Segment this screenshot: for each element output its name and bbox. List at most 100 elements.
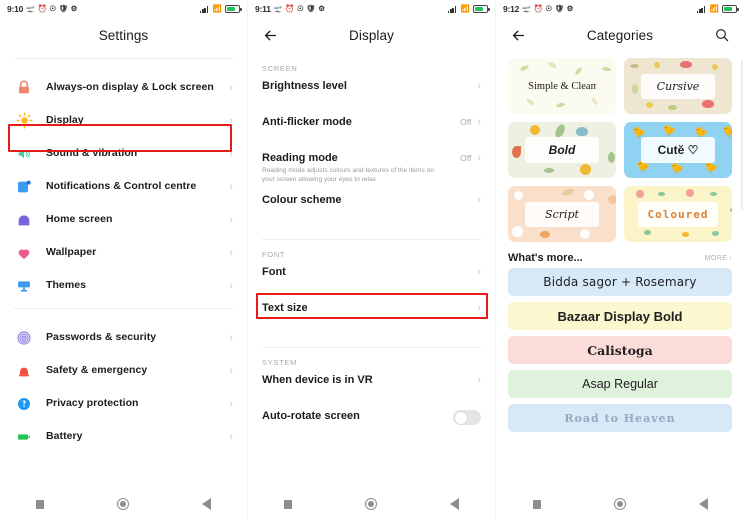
home-button[interactable] — [613, 498, 626, 510]
status-bar-right: 📶 — [199, 5, 242, 13]
chevron-right-icon: › — [477, 374, 481, 386]
app-bar-categories: Categories — [496, 18, 744, 52]
category-card-simple-clean[interactable]: Simple & Clean — [508, 58, 616, 114]
phone-screen-display: 9:11 🛫 ⏰ ☉ 🛡 ⚙ 📶 Display SCREEN Brightne… — [248, 0, 496, 519]
auto-rotate-toggle[interactable] — [453, 410, 481, 425]
sidebar-item-home-screen[interactable]: Home screen › — [0, 203, 247, 236]
row-anti-flicker-mode[interactable]: Anti-flicker mode Off › — [248, 115, 495, 151]
sidebar-item-label: Themes — [46, 279, 86, 292]
signal-icon — [199, 5, 210, 13]
app-bar-display: Display — [248, 18, 495, 52]
status-bar-right: 📶 — [447, 5, 490, 13]
battery-icon — [722, 5, 739, 13]
speaker-icon — [14, 144, 34, 164]
row-label: Font — [262, 266, 286, 278]
chevron-right-icon: › — [477, 266, 481, 278]
home-icon — [14, 210, 34, 230]
font-item-bazaar-display-bold[interactable]: Bazaar Display Bold — [508, 302, 732, 330]
font-suggestions-list: Bidda sagor + Rosemary Bazaar Display Bo… — [496, 268, 744, 432]
row-brightness-level[interactable]: Brightness level › — [248, 79, 495, 115]
sidebar-item-display[interactable]: Display › — [0, 104, 247, 137]
chevron-right-icon: › — [229, 81, 233, 94]
recents-button[interactable] — [284, 499, 293, 509]
back-button[interactable] — [449, 498, 459, 510]
back-button[interactable] — [201, 498, 211, 510]
three-phone-screenshots: 9:10 🛫 ⏰ ☉ 🛡 ⚙ 📶 Settings Always-on disp… — [0, 0, 744, 519]
more-label: MORE — [704, 254, 728, 262]
sidebar-item-label: Safety & emergency — [46, 364, 148, 377]
dnd-icon: ☉ — [49, 4, 57, 14]
status-bar-left: 9:10 🛫 ⏰ ☉ 🛡 ⚙ — [7, 4, 77, 14]
dnd-icon: ☉ — [296, 4, 304, 14]
signal-icon — [696, 5, 707, 13]
font-item-label: Asap Regular — [582, 377, 658, 391]
sidebar-item-privacy-protection[interactable]: Privacy protection › — [0, 387, 247, 420]
battery-icon — [473, 5, 490, 13]
chevron-right-icon: › — [477, 302, 481, 314]
status-bar: 9:11 🛫 ⏰ ☉ 🛡 ⚙ 📶 — [248, 0, 495, 18]
status-time: 9:10 — [7, 4, 24, 14]
chevron-right-icon: › — [229, 430, 233, 443]
row-reading-mode[interactable]: Reading mode Reading mode adjusts colour… — [248, 151, 495, 187]
category-card-cute[interactable]: 🐤 🐤 🐤 🐤 🐤 🐤 🐤 Cutĕ ♡ — [624, 122, 732, 178]
row-when-device-is-in-vr[interactable]: When device is in VR › — [248, 373, 495, 409]
category-label: Coloured — [637, 201, 719, 227]
category-card-script[interactable]: Script — [508, 186, 616, 242]
sidebar-item-battery[interactable]: Battery › — [0, 420, 247, 453]
app-bar-settings: Settings — [0, 18, 247, 52]
sidebar-item-label: Sound & vibration — [46, 147, 138, 160]
row-colour-scheme[interactable]: Colour scheme › — [248, 193, 495, 229]
back-button[interactable] — [698, 498, 708, 510]
category-label: Bold — [525, 137, 599, 163]
font-item-calistoga[interactable]: Calistoga — [508, 336, 732, 364]
chevron-right-icon: › — [477, 80, 481, 92]
whats-more-title: What's more... — [508, 252, 583, 264]
row-label: Text size — [262, 302, 308, 314]
fingerprint-icon — [14, 328, 34, 348]
more-link[interactable]: MORE › — [703, 255, 732, 262]
gear-icon: ⚙ — [566, 4, 574, 14]
font-item-road-to-heaven[interactable]: Road to Heaven — [508, 404, 732, 432]
alarm-icon: ⏰ — [37, 4, 47, 14]
row-label: Colour scheme — [262, 194, 342, 206]
themes-icon — [14, 276, 34, 296]
sidebar-item-notifications[interactable]: Notifications & Control centre › — [0, 170, 247, 203]
search-icon[interactable] — [712, 25, 732, 45]
row-value: Off — [460, 153, 472, 163]
back-arrow-icon[interactable] — [508, 25, 528, 45]
sidebar-item-wallpaper[interactable]: Wallpaper › — [0, 236, 247, 269]
sidebar-item-label: Wallpaper — [46, 246, 97, 259]
airplane-icon: 🛫 — [273, 4, 283, 14]
row-font[interactable]: Font › — [248, 265, 495, 301]
font-item-bidda-sagor-rosemary[interactable]: Bidda sagor + Rosemary — [508, 268, 732, 296]
section-header-screen: SCREEN — [262, 64, 298, 73]
chevron-right-icon: › — [477, 152, 481, 164]
font-item-asap-regular[interactable]: Asap Regular — [508, 370, 732, 398]
chevron-right-icon: › — [229, 213, 233, 226]
sidebar-item-themes[interactable]: Themes › — [0, 269, 247, 302]
row-text-size[interactable]: Text size › — [248, 301, 495, 337]
navigation-bar — [0, 489, 247, 519]
font-item-label: Bidda sagor + Rosemary — [543, 275, 697, 289]
category-label: Simple & Clean — [528, 80, 596, 92]
sidebar-item-sound-vibration[interactable]: Sound & vibration › — [0, 137, 247, 170]
row-auto-rotate-screen[interactable]: Auto-rotate screen — [248, 409, 495, 445]
sidebar-item-always-on-display[interactable]: Always-on display & Lock screen › — [0, 71, 247, 104]
category-label: Script — [525, 201, 599, 227]
recents-button[interactable] — [532, 499, 541, 509]
home-button[interactable] — [116, 498, 129, 510]
recents-button[interactable] — [36, 499, 45, 509]
row-description: Reading mode adjusts colours and texture… — [262, 167, 434, 183]
category-card-coloured[interactable]: Coloured — [624, 186, 732, 242]
font-item-label: Calistoga — [587, 342, 653, 358]
category-card-bold[interactable]: Bold — [508, 122, 616, 178]
scrollbar[interactable] — [741, 60, 743, 210]
sidebar-item-passwords-security[interactable]: Passwords & security › — [0, 321, 247, 354]
chevron-right-icon: › — [477, 194, 481, 206]
home-button[interactable] — [364, 498, 377, 510]
status-bar-left: 9:12 🛫 ⏰ ☉ 🛡 ⚙ — [503, 4, 573, 14]
category-card-cursive[interactable]: Cursive — [624, 58, 732, 114]
category-label: Cursive — [641, 73, 715, 99]
sidebar-item-safety-emergency[interactable]: Safety & emergency › — [0, 354, 247, 387]
back-arrow-icon[interactable] — [260, 25, 280, 45]
